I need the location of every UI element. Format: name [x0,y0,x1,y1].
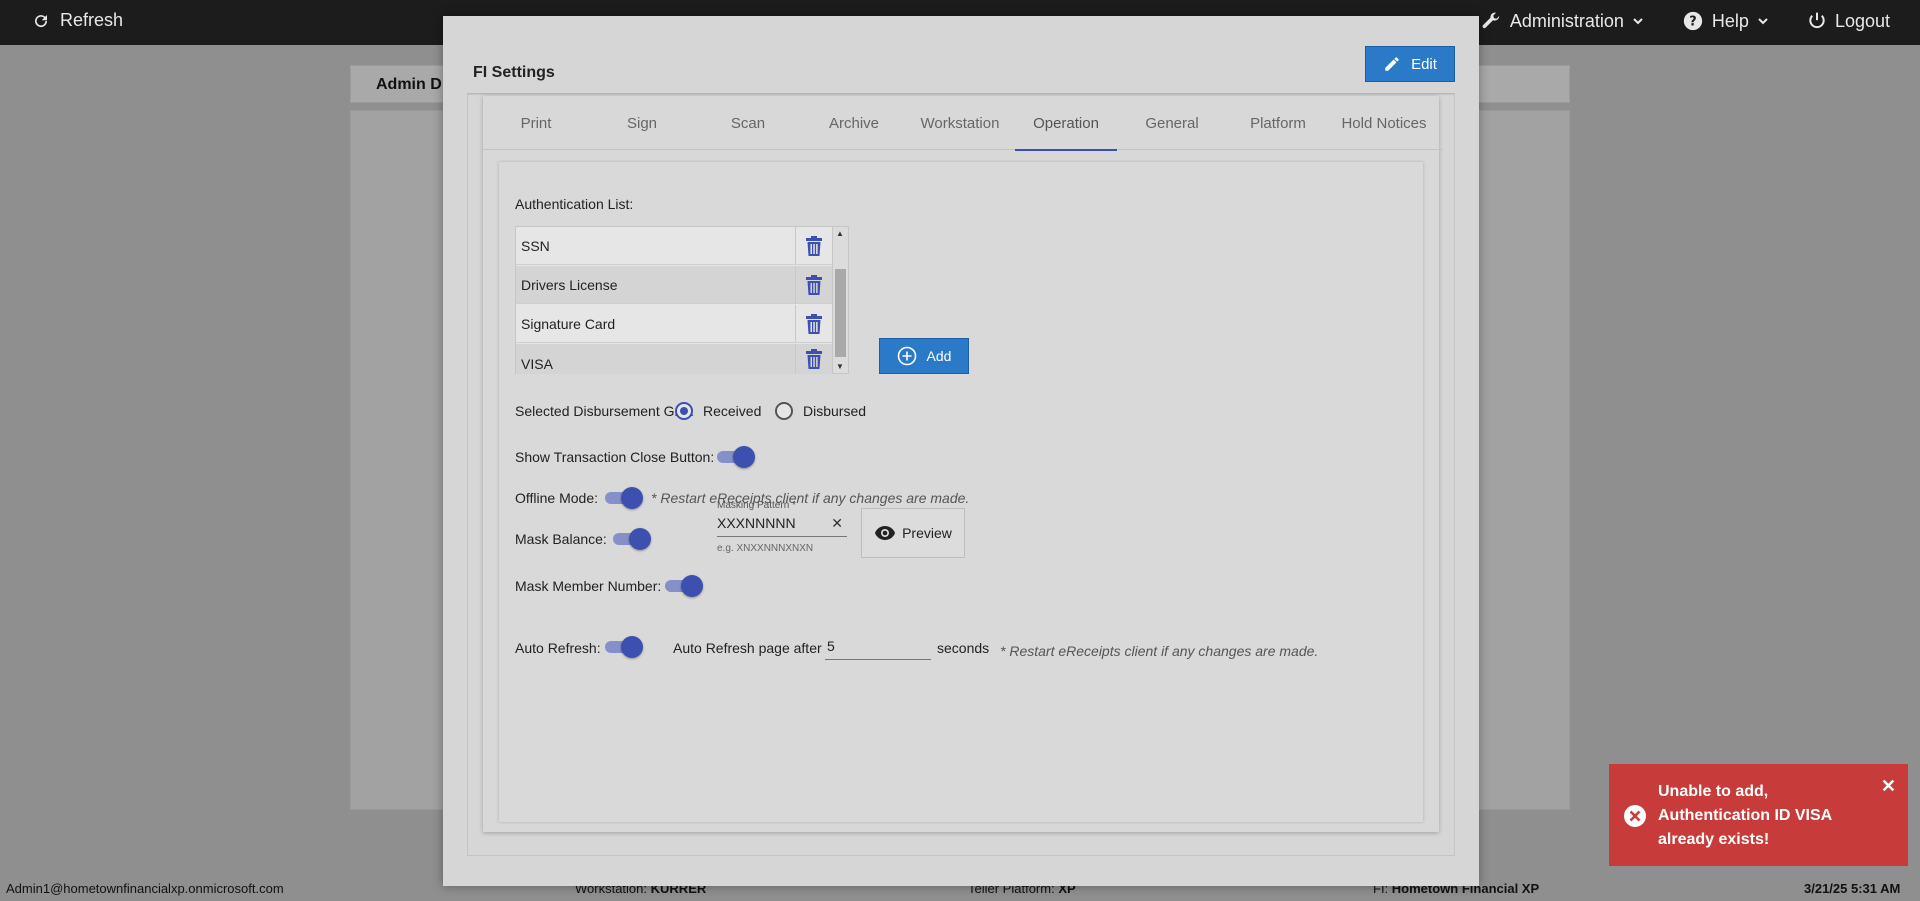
received-radio[interactable] [675,402,693,420]
delete-button[interactable] [796,227,832,264]
wrench-icon [1480,10,1502,32]
list-item[interactable]: Drivers License [516,266,832,304]
trash-icon [805,235,823,256]
tab-sign[interactable]: Sign [589,96,695,150]
auth-item-name: Signature Card [516,305,796,342]
disbursement-label: Selected Disbursement Grid: [515,403,694,419]
refresh-icon [32,12,50,30]
scroll-up-icon[interactable]: ▲ [836,229,844,238]
masking-pattern-field[interactable]: Masking Pattern * XXXNNNNN ✕ e.g. XNXXNN… [717,500,847,554]
auth-item-name: SSN [516,227,796,264]
settings-card: Print Sign Scan Archive Workstation Oper… [483,96,1443,832]
logout-label: Logout [1834,10,1890,31]
tab-print[interactable]: Print [483,96,589,150]
svg-text:?: ? [1689,15,1696,30]
scroll-down-icon[interactable]: ▼ [836,362,844,371]
auth-item-name: Drivers License [516,266,796,303]
tab-archive[interactable]: Archive [801,96,907,150]
mask-balance-label: Mask Balance: [515,531,607,547]
close-icon[interactable]: ✕ [1881,776,1896,797]
offline-mode-label: Offline Mode: [515,490,599,506]
clear-icon[interactable]: ✕ [831,515,843,532]
tab-scan[interactable]: Scan [695,96,801,150]
help-icon: ? [1682,10,1704,32]
offline-mode-toggle[interactable] [605,487,643,509]
operation-panel: Authentication List: SSN Drivers License [499,162,1423,822]
mask-member-label: Mask Member Number: [515,578,662,594]
background-tab-label: Admin D [376,76,442,93]
trash-icon [805,313,823,334]
trash-icon [805,274,823,295]
footer-user: Admin1@hometownfinancialxp.onmicrosoft.c… [6,881,284,896]
disbursed-label: Disbursed [803,403,867,419]
edit-button[interactable]: Edit [1365,46,1455,82]
modal-title: FI Settings [473,64,555,81]
list-item[interactable]: Signature Card [516,305,832,343]
add-button[interactable]: Add [879,338,969,374]
tab-hold-notices[interactable]: Hold Notices [1331,96,1437,150]
close-button-toggle[interactable] [717,446,755,468]
auth-list[interactable]: SSN Drivers License Signature Card VISA … [515,226,849,374]
tab-platform[interactable]: Platform [1225,96,1331,150]
fi-settings-modal: FI Settings Edit Print Sign Scan Archive… [443,16,1479,886]
auth-item-name: VISA [516,344,796,374]
help-label: Help [1711,10,1749,31]
error-toast: Unable to add, Authentication ID VISA al… [1609,764,1908,866]
auto-refresh-text: Auto Refresh page after [673,640,822,656]
edit-label: Edit [1411,55,1437,73]
plus-circle-icon [897,346,917,366]
settings-tabs: Print Sign Scan Archive Workstation Oper… [483,96,1443,151]
auth-list-label: Authentication List: [515,196,634,212]
error-icon [1623,804,1647,833]
disbursed-radio[interactable] [775,402,793,420]
administration-label: Administration [1509,10,1624,31]
tab-general[interactable]: General [1119,96,1225,150]
auto-refresh-toggle[interactable] [605,636,643,658]
footer-datetime: 3/21/25 5:31 AM [1804,881,1901,896]
pencil-icon [1383,55,1401,73]
masking-pattern-input[interactable]: XXXNNNNN ✕ [717,515,847,537]
list-item[interactable]: VISA [516,344,832,374]
trash-icon [805,349,823,369]
delete-button[interactable] [796,305,832,342]
preview-label: Preview [902,525,952,541]
chevron-down-icon [1757,15,1769,27]
preview-button[interactable]: Preview [861,508,965,558]
mask-member-toggle[interactable] [665,575,703,597]
tab-operation[interactable]: Operation [1013,96,1119,151]
masking-pattern-hint: e.g. XNXXNNNXNXN [717,543,814,554]
refresh-button[interactable]: Refresh [32,10,123,31]
power-icon [1807,11,1827,31]
refresh-label: Refresh [60,10,124,30]
seconds-label: seconds [937,640,990,656]
logout-button[interactable]: Logout [1807,10,1890,32]
eye-icon [874,525,896,541]
close-button-setting-label: Show Transaction Close Button: [515,449,715,465]
toast-message: Unable to add, Authentication ID VISA al… [1658,783,1832,848]
modal-header: FI Settings Edit [467,38,1455,94]
delete-button[interactable] [796,266,832,303]
chevron-down-icon [1632,15,1644,27]
masking-pattern-label: Masking Pattern * [717,500,796,511]
delete-button[interactable] [796,344,832,374]
tab-workstation[interactable]: Workstation [907,96,1013,150]
help-menu[interactable]: ? Help [1682,10,1769,32]
auto-refresh-restart-note: * Restart eReceipts client if any change… [1000,643,1319,659]
mask-balance-toggle[interactable] [613,528,651,550]
scroll-thumb[interactable] [835,269,846,357]
auto-refresh-seconds-input[interactable]: 5 [825,638,931,660]
list-item[interactable]: SSN [516,227,832,265]
administration-menu[interactable]: Administration [1480,10,1644,32]
received-label: Received [703,403,762,419]
add-label: Add [926,348,952,364]
list-scrollbar[interactable]: ▲ ▼ [832,227,848,373]
auto-refresh-label: Auto Refresh: [515,640,601,656]
